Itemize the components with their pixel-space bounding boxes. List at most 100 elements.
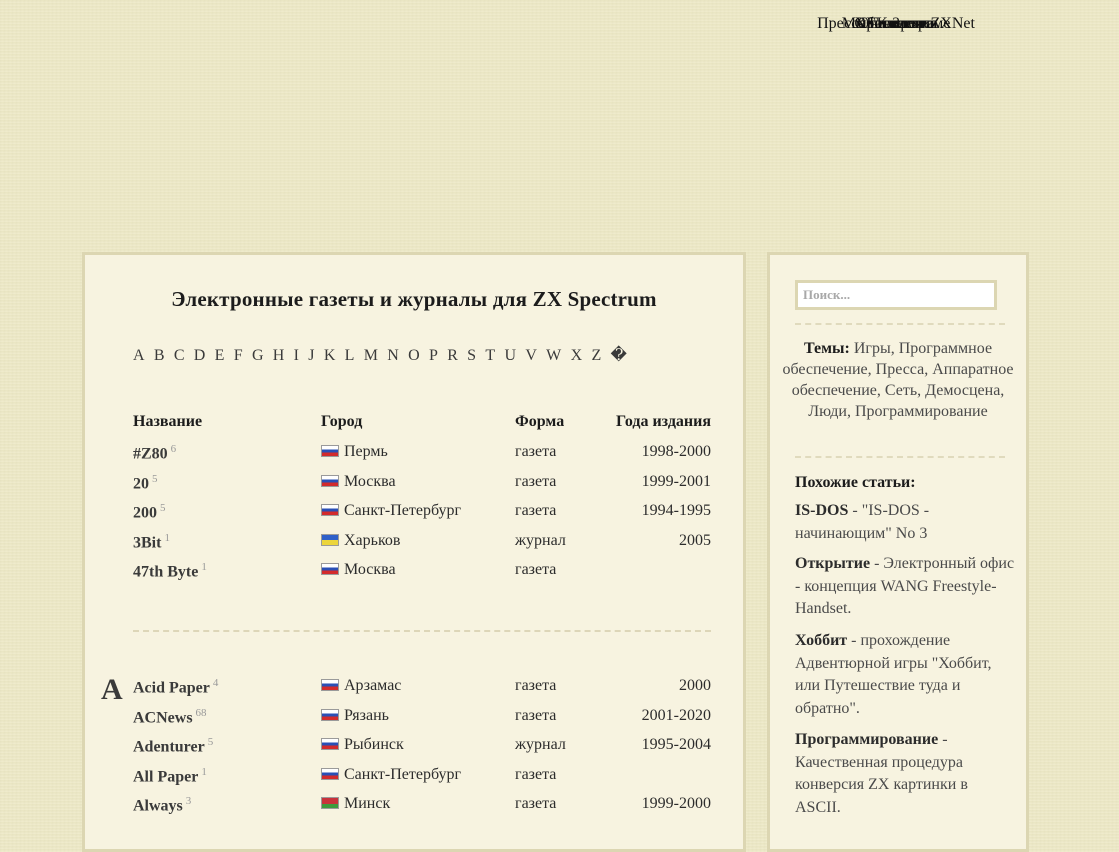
alphabet-link[interactable]: L [345, 347, 355, 365]
alphabet-link[interactable]: C [174, 347, 185, 365]
publication-name-link[interactable]: Acid Paper 4 [133, 677, 218, 697]
flag-icon [321, 504, 339, 516]
nav-link-help[interactable]: ? [892, 15, 899, 32]
publication-name[interactable]: 3Bit [133, 534, 161, 551]
alphabet-link[interactable]: Z [591, 347, 601, 365]
publication-name-link[interactable]: 200 5 [133, 502, 166, 522]
publication-name[interactable]: 20 [133, 475, 149, 492]
alphabet-link[interactable]: B [154, 347, 165, 365]
sidebar: Темы: Игры, Программное обеспечение, Пре… [767, 252, 1029, 852]
alphabet-link[interactable]: X [571, 347, 583, 365]
table-row: Always 3 Минск газета 1999-2000 [85, 795, 743, 819]
alphabet-link[interactable]: I [294, 347, 299, 365]
publication-name-link[interactable]: 20 5 [133, 473, 158, 493]
city-cell: Харьков [321, 532, 400, 550]
publication-name-link[interactable]: Always 3 [133, 795, 191, 815]
publication-name[interactable]: ACNews [133, 709, 193, 726]
alphabet-link[interactable]: D [194, 347, 206, 365]
issue-count: 5 [160, 502, 166, 514]
publication-name[interactable]: All Paper [133, 768, 198, 785]
table-row: All Paper 1 Санкт-Петербург газета [85, 766, 743, 790]
alphabet-link[interactable]: U [504, 347, 516, 365]
alphabet-link[interactable]: F [234, 347, 243, 365]
flag-icon [321, 563, 339, 575]
years-cell: 1999-2001 [641, 472, 711, 490]
sidebar-divider [795, 456, 1005, 458]
city-cell: Рыбинск [321, 736, 404, 754]
city-name: Рязань [344, 706, 389, 724]
similar-article: Хоббит - прохождение Адвентюрной игры "Х… [795, 630, 1015, 720]
table-row: Adenturer 5 Рыбинск журнал 1995-2004 [85, 736, 743, 760]
header-name: Название [133, 413, 203, 430]
city-name: Минск [344, 795, 391, 812]
alphabet-link[interactable]: N [387, 347, 399, 365]
city-cell: Минск [321, 795, 390, 813]
form-cell: газета [515, 677, 557, 694]
publication-name-link[interactable]: All Paper 1 [133, 766, 207, 786]
form-cell: газета [515, 706, 557, 724]
alphabet-link[interactable]: R [447, 347, 458, 365]
similar-article-link[interactable]: Открытие [795, 555, 870, 572]
table-row: 200 5 Санкт-Петербург газета 1994-1995 [85, 502, 743, 526]
issue-count: 5 [207, 736, 214, 748]
alphabet-link[interactable]: G [252, 347, 264, 365]
form-cell: газета [515, 443, 557, 460]
flag-icon [321, 738, 339, 750]
sidebar-divider [795, 323, 1005, 325]
similar-article-link[interactable]: Хоббит [795, 632, 847, 649]
publication-name[interactable]: 47th Byte [133, 563, 198, 580]
issue-count: 1 [201, 765, 207, 778]
alphabet-link[interactable]: � [611, 345, 627, 365]
alphabet-link[interactable]: J [308, 347, 314, 365]
city-name: Санкт-Петербург [344, 502, 462, 519]
form-cell: журнал [515, 736, 566, 753]
publication-name[interactable]: Adenturer [133, 738, 205, 755]
publication-name[interactable]: Always [133, 797, 183, 814]
publication-name-link[interactable]: ACNews 68 [133, 707, 207, 727]
publication-name-link[interactable]: #Z80 6 [133, 443, 176, 463]
alphabet-link[interactable]: E [215, 347, 225, 365]
header-city: Город [321, 413, 363, 430]
similar-article-link[interactable]: Программирование [795, 731, 938, 748]
alphabet-link[interactable]: M [364, 347, 378, 365]
page-title: Электронные газеты и журналы для ZX Spec… [171, 287, 657, 311]
publication-name-link[interactable]: 47th Byte 1 [133, 561, 207, 581]
flag-icon [321, 797, 339, 809]
alphabet-link[interactable]: W [546, 347, 561, 365]
city-name: Москва [344, 561, 396, 578]
search-input[interactable] [795, 280, 997, 310]
publication-name-link[interactable]: 3Bit 1 [133, 532, 170, 552]
form-cell: газета [515, 765, 557, 783]
alphabet-link[interactable]: O [408, 347, 420, 365]
alphabet-link[interactable]: S [467, 347, 476, 365]
flag-icon [321, 708, 339, 721]
alphabet-link[interactable]: V [525, 347, 537, 365]
years-cell: 2005 [679, 531, 711, 549]
similar-article: Открытие - Электронный офис - концепция … [795, 553, 1015, 621]
header-years: Года издания [616, 413, 711, 430]
alphabet-link[interactable]: A [133, 347, 145, 365]
alphabet-link[interactable]: T [485, 347, 495, 365]
publication-name[interactable]: Acid Paper [133, 679, 210, 696]
publication-name-link[interactable]: Adenturer 5 [133, 736, 213, 756]
alphabet-link[interactable]: H [273, 347, 285, 365]
alphabet-link[interactable]: P [429, 347, 438, 365]
city-cell: Арзамас [321, 677, 401, 695]
similar-article: Программирование - Качественная процедур… [795, 729, 1015, 819]
table-row: ACNews 68 Рязань газета 2001-2020 [85, 707, 743, 731]
similar-article-link[interactable]: IS-DOS [795, 502, 848, 519]
flag-icon [321, 474, 339, 487]
years-cell: 1999-2000 [641, 795, 711, 812]
flag-icon [321, 533, 339, 546]
city-name: Харьков [344, 531, 401, 549]
form-cell: газета [515, 795, 557, 812]
years-cell: 1994-1995 [641, 502, 711, 519]
alphabet-link[interactable]: K [324, 347, 336, 365]
themes-label: Темы: [803, 340, 850, 357]
city-cell: Пермь [321, 443, 388, 461]
issue-count: 5 [152, 472, 158, 485]
publication-name[interactable]: #Z80 [133, 445, 168, 462]
similar-articles-heading: Похожие статьи: [795, 474, 916, 491]
city-name: Москва [344, 472, 396, 490]
publication-name[interactable]: 200 [133, 504, 157, 521]
